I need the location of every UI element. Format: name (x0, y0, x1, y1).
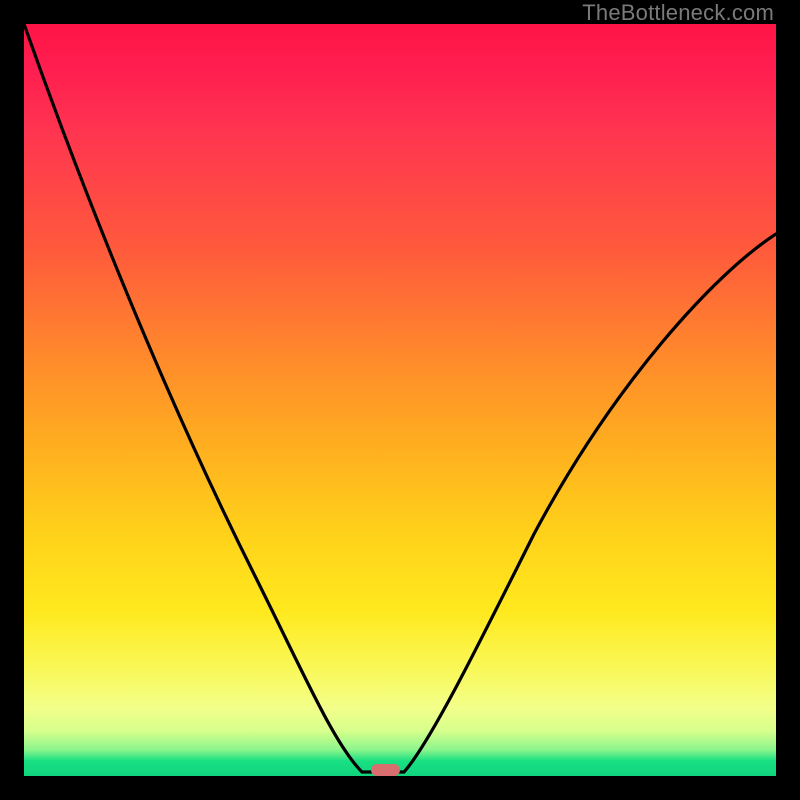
optimal-point-marker (371, 764, 400, 776)
curve-path (24, 24, 776, 772)
watermark-text: TheBottleneck.com (582, 0, 774, 26)
plot-area (24, 24, 776, 776)
chart-frame: TheBottleneck.com (0, 0, 800, 800)
bottleneck-curve (24, 24, 776, 776)
